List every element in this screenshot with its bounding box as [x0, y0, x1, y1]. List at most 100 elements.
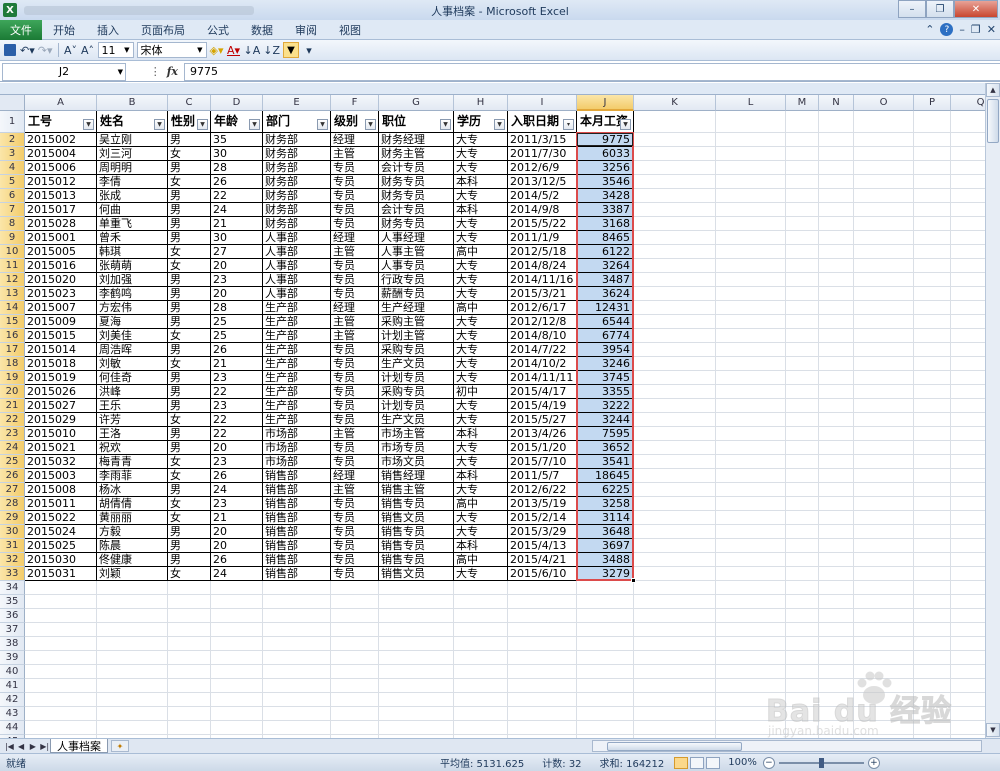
data-cell[interactable]: 6544 [577, 315, 634, 329]
empty-cell[interactable] [854, 707, 914, 721]
tab-page-layout[interactable]: 页面布局 [130, 22, 196, 38]
data-cell[interactable]: 大专 [454, 329, 508, 343]
empty-cell[interactable] [951, 637, 985, 651]
data-cell[interactable]: 大专 [454, 511, 508, 525]
empty-cell[interactable] [716, 371, 786, 385]
insert-function-button[interactable]: fx [167, 65, 178, 78]
data-cell[interactable]: 行政专员 [379, 273, 454, 287]
data-cell[interactable]: 2015023 [25, 287, 97, 301]
empty-cell[interactable] [454, 623, 508, 637]
empty-cell[interactable] [786, 385, 819, 399]
empty-cell[interactable] [716, 427, 786, 441]
data-cell[interactable]: 何曲 [97, 203, 168, 217]
empty-cell[interactable] [634, 651, 716, 665]
empty-cell[interactable] [97, 595, 168, 609]
empty-cell[interactable] [168, 665, 211, 679]
empty-cell[interactable] [634, 231, 716, 245]
horizontal-scroll-thumb[interactable] [607, 742, 742, 751]
column-header-c[interactable]: C [168, 95, 211, 111]
empty-cell[interactable] [634, 665, 716, 679]
empty-cell[interactable] [716, 133, 786, 147]
data-cell[interactable]: 3244 [577, 413, 634, 427]
empty-cell[interactable] [634, 623, 716, 637]
empty-cell[interactable] [97, 651, 168, 665]
empty-cell[interactable] [854, 343, 914, 357]
row-header-25[interactable]: 25 [0, 455, 25, 469]
data-cell[interactable]: 女 [168, 329, 211, 343]
zoom-slider-knob[interactable] [818, 757, 824, 768]
data-cell[interactable]: 大专 [454, 217, 508, 231]
increase-font-icon[interactable]: A˄ [81, 42, 95, 58]
data-cell[interactable]: 洪峰 [97, 385, 168, 399]
empty-cell[interactable] [379, 665, 454, 679]
empty-cell[interactable] [854, 497, 914, 511]
data-cell[interactable]: 财务部 [263, 147, 331, 161]
data-cell[interactable]: 2015/5/27 [508, 413, 577, 427]
data-cell[interactable]: 23 [211, 399, 263, 413]
column-header-h[interactable]: H [454, 95, 508, 111]
empty-cell[interactable] [786, 203, 819, 217]
row-header-8[interactable]: 8 [0, 217, 25, 231]
row-header-31[interactable]: 31 [0, 539, 25, 553]
empty-cell[interactable] [786, 189, 819, 203]
empty-cell[interactable] [854, 539, 914, 553]
empty-cell[interactable] [819, 343, 854, 357]
next-sheet-icon[interactable]: ▶ [28, 742, 39, 751]
save-button[interactable] [3, 42, 17, 58]
empty-cell[interactable] [819, 371, 854, 385]
empty-cell[interactable] [508, 707, 577, 721]
ribbon-collapse-icon[interactable]: ⌃ [925, 23, 934, 36]
data-cell[interactable]: 23 [211, 273, 263, 287]
row-header-15[interactable]: 15 [0, 315, 25, 329]
row-header-27[interactable]: 27 [0, 483, 25, 497]
empty-cell[interactable] [786, 413, 819, 427]
customize-toolbar-icon[interactable]: ▾ [302, 42, 316, 58]
empty-cell[interactable] [716, 245, 786, 259]
empty-cell[interactable] [951, 245, 985, 259]
empty-cell[interactable] [454, 609, 508, 623]
data-cell[interactable]: 女 [168, 175, 211, 189]
empty-cell[interactable] [854, 413, 914, 427]
empty-cell[interactable] [951, 441, 985, 455]
empty-cell[interactable] [951, 651, 985, 665]
empty-cell[interactable] [819, 679, 854, 693]
data-cell[interactable]: 财务专员 [379, 175, 454, 189]
filter-dropdown-icon[interactable]: ▼ [440, 119, 451, 130]
empty-cell[interactable] [454, 721, 508, 735]
data-cell[interactable]: 2015/4/21 [508, 553, 577, 567]
data-cell[interactable]: 2011/1/9 [508, 231, 577, 245]
data-cell[interactable]: 专员 [331, 357, 379, 371]
tab-data[interactable]: 数据 [240, 22, 284, 38]
empty-cell[interactable] [379, 721, 454, 735]
empty-cell[interactable] [211, 623, 263, 637]
empty-cell[interactable] [786, 469, 819, 483]
empty-cell[interactable] [634, 595, 716, 609]
empty-cell[interactable] [577, 609, 634, 623]
empty-cell[interactable] [716, 651, 786, 665]
empty-cell[interactable] [634, 455, 716, 469]
empty-cell[interactable] [854, 609, 914, 623]
empty-cell[interactable] [951, 259, 985, 273]
empty-cell[interactable] [634, 385, 716, 399]
empty-cell[interactable] [854, 595, 914, 609]
data-cell[interactable]: 3652 [577, 441, 634, 455]
data-cell[interactable]: 2013/12/5 [508, 175, 577, 189]
row-header-34[interactable]: 34 [0, 581, 25, 595]
data-cell[interactable]: 3387 [577, 203, 634, 217]
data-cell[interactable]: 2015031 [25, 567, 97, 581]
empty-cell[interactable] [634, 679, 716, 693]
empty-cell[interactable] [379, 623, 454, 637]
row-header-20[interactable]: 20 [0, 385, 25, 399]
empty-cell[interactable] [914, 203, 951, 217]
data-cell[interactable]: 男 [168, 231, 211, 245]
data-cell[interactable]: 男 [168, 371, 211, 385]
empty-cell[interactable] [786, 399, 819, 413]
empty-cell[interactable] [951, 301, 985, 315]
data-cell[interactable]: 3222 [577, 399, 634, 413]
data-cell[interactable]: 2014/11/11 [508, 371, 577, 385]
empty-cell[interactable] [716, 259, 786, 273]
data-cell[interactable]: 销售部 [263, 483, 331, 497]
data-cell[interactable]: 财务专员 [379, 189, 454, 203]
empty-cell[interactable] [634, 147, 716, 161]
empty-cell[interactable] [716, 665, 786, 679]
